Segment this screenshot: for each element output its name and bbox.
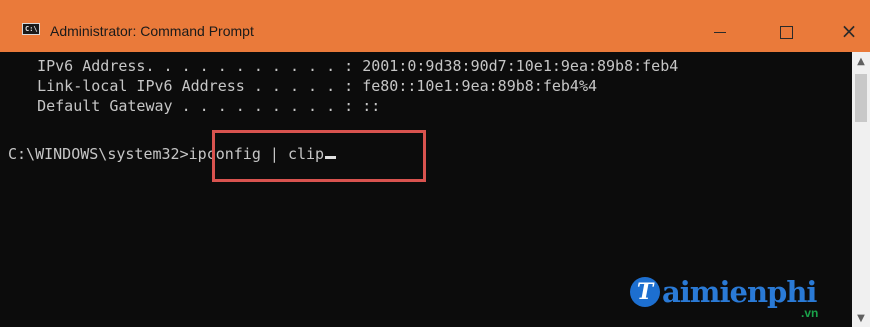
maximize-icon <box>779 25 793 39</box>
command-prompt-window: C:\ Administrator: Command Prompt × IPv6… <box>0 0 870 327</box>
watermark-text: aimienphi <box>662 275 817 309</box>
console-line-link-local: Link-local IPv6 Address . . . . . : fe80… <box>10 77 597 95</box>
console-line-gateway: Default Gateway . . . . . . . . . : :: <box>10 97 381 115</box>
console-line-ipv6: IPv6 Address. . . . . . . . . . . : 2001… <box>10 57 679 75</box>
cmd-icon-label: C:\ <box>25 25 38 33</box>
command-highlight-box <box>212 130 426 182</box>
minimize-icon <box>714 31 726 33</box>
console-prompt: C:\WINDOWS\system32> <box>8 145 189 163</box>
window-title: Administrator: Command Prompt <box>50 23 254 39</box>
watermark-domain: .vn <box>801 306 819 320</box>
minimize-button[interactable] <box>697 10 743 50</box>
scroll-up-icon[interactable]: ▲ <box>852 54 870 70</box>
close-button[interactable]: × <box>826 10 870 50</box>
vertical-scrollbar[interactable]: ▲ ▼ <box>852 52 870 327</box>
scrollbar-thumb[interactable] <box>855 74 867 122</box>
maximize-button[interactable] <box>763 10 809 50</box>
title-bar[interactable]: C:\ Administrator: Command Prompt × <box>0 0 870 52</box>
watermark-badge: T <box>630 277 660 307</box>
cmd-icon[interactable]: C:\ <box>22 23 40 35</box>
scroll-down-icon[interactable]: ▼ <box>852 311 870 327</box>
watermark-logo: T aimienphi .vn <box>618 273 848 327</box>
close-icon: × <box>840 19 858 43</box>
